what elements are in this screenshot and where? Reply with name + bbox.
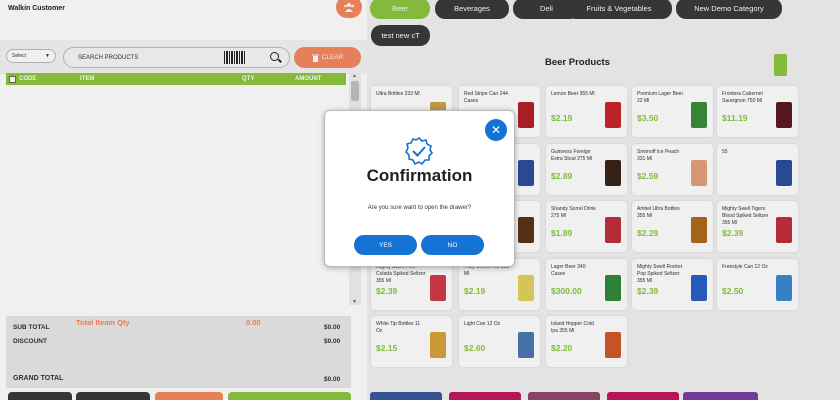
dialog-title: Confirmation	[366, 166, 473, 185]
confirmation-dialog: ✕ Confirmation Are you sure want to open…	[324, 110, 515, 267]
check-badge-icon	[405, 137, 433, 165]
dialog-message: Are you sure want to open the drawer?	[367, 205, 472, 211]
no-button[interactable]: NO	[421, 235, 484, 255]
close-icon[interactable]: ✕	[485, 119, 507, 141]
yes-button[interactable]: YES	[354, 235, 417, 255]
